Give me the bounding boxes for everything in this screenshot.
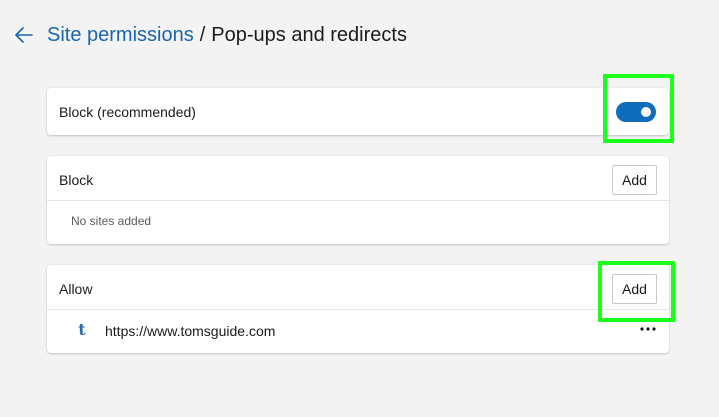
block-recommended-card: Block (recommended) [47,88,669,135]
block-add-button[interactable]: Add [612,165,657,195]
breadcrumb-site-permissions-link[interactable]: Site permissions [47,24,194,47]
block-recommended-label: Block (recommended) [59,104,196,120]
site-url: https://www.tomsguide.com [105,323,276,339]
allow-section-title: Allow [59,281,93,297]
site-favicon-icon: t [78,320,86,339]
block-empty-text: No sites added [71,214,152,228]
toggle-knob [641,107,651,117]
allow-add-button[interactable]: Add [612,274,657,304]
allow-list-card: Allow Add t https://www.tomsguide.com [47,265,669,353]
more-horizontal-icon[interactable] [639,320,657,338]
site-list-item: t https://www.tomsguide.com [47,310,669,353]
block-section-title: Block [59,172,94,188]
page-title: Pop-ups and redirects [211,23,407,46]
arrow-left-icon[interactable] [14,25,34,45]
breadcrumb: Site permissions / Pop-ups and redirects [47,24,407,47]
divider [47,200,669,201]
page-header: Site permissions / Pop-ups and redirects [14,22,407,48]
block-list-card: Block Add No sites added [47,156,669,244]
breadcrumb-separator: / [199,23,206,46]
block-recommended-toggle[interactable] [616,102,656,122]
